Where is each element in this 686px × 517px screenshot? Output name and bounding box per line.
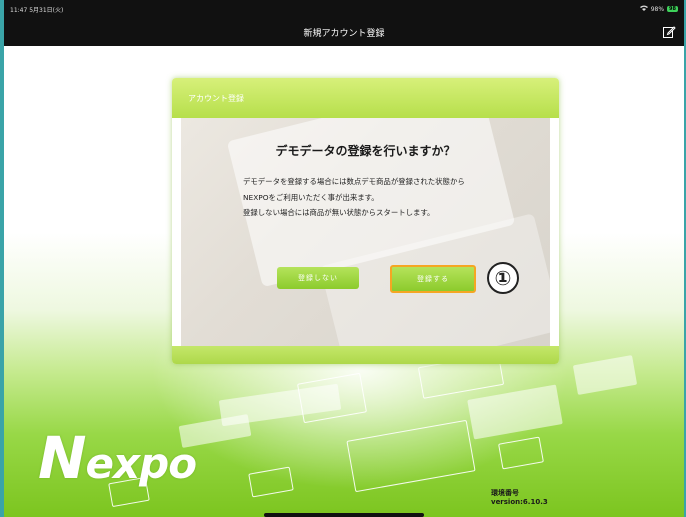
dialog-footer (172, 346, 559, 364)
dialog-description-line: 登録しない場合には商品が無い状態からスタートします。 (243, 208, 435, 217)
edit-icon[interactable] (662, 25, 676, 39)
deco-shape (498, 436, 544, 470)
battery-icon: 98 (667, 6, 678, 12)
nexpo-logo: Nexpo (38, 424, 197, 492)
page-title: 新規アカウント登録 (303, 28, 385, 39)
status-time: 11:47 (10, 6, 28, 14)
register-button[interactable]: 登録する (390, 265, 476, 293)
app-screen: 11:47 5月31日(火) 98% 98 新規アカウント登録 アカウント登録 … (0, 0, 686, 517)
battery-percent: 98% (650, 5, 665, 13)
navigation-bar: 新規アカウント登録 (4, 18, 684, 46)
status-bar: 11:47 5月31日(火) 98% 98 (4, 0, 684, 18)
status-right: 98% 98 (639, 5, 678, 13)
home-indicator (264, 513, 424, 517)
version-info: 環境番号 version:6.10.3 (491, 489, 548, 507)
logo-text: expo (85, 439, 197, 488)
dialog-body: デモデータの登録を行いますか？ デモデータを登録する場合には数点デモ商品が登録さ… (181, 118, 550, 346)
version-number: version:6.10.3 (491, 498, 548, 506)
deco-shape (572, 355, 638, 395)
step-marker: ① (487, 262, 519, 294)
logo-letter-n: N (38, 424, 87, 492)
environment-label: 環境番号 (491, 489, 519, 497)
dialog-title: デモデータの登録を行いますか？ (275, 144, 456, 158)
do-not-register-button[interactable]: 登録しない (277, 267, 359, 289)
dialog-description: デモデータを登録する場合には数点デモ商品が登録された状態から NEXPOをご利用… (243, 174, 465, 221)
frame-border-left (0, 0, 4, 517)
status-left: 11:47 5月31日(火) (10, 5, 63, 14)
dialog-description-line: NEXPOをご利用いただく事が出来ます。 (243, 192, 379, 202)
status-date: 5月31日(火) (29, 6, 64, 14)
dialog-header: アカウント登録 (172, 78, 559, 118)
account-registration-dialog: アカウント登録 デモデータの登録を行いますか？ デモデータを登録する場合には数点… (172, 78, 559, 364)
wifi-icon (639, 5, 648, 13)
dialog-description-line: デモデータを登録する場合には数点デモ商品が登録された状態から (243, 177, 465, 186)
